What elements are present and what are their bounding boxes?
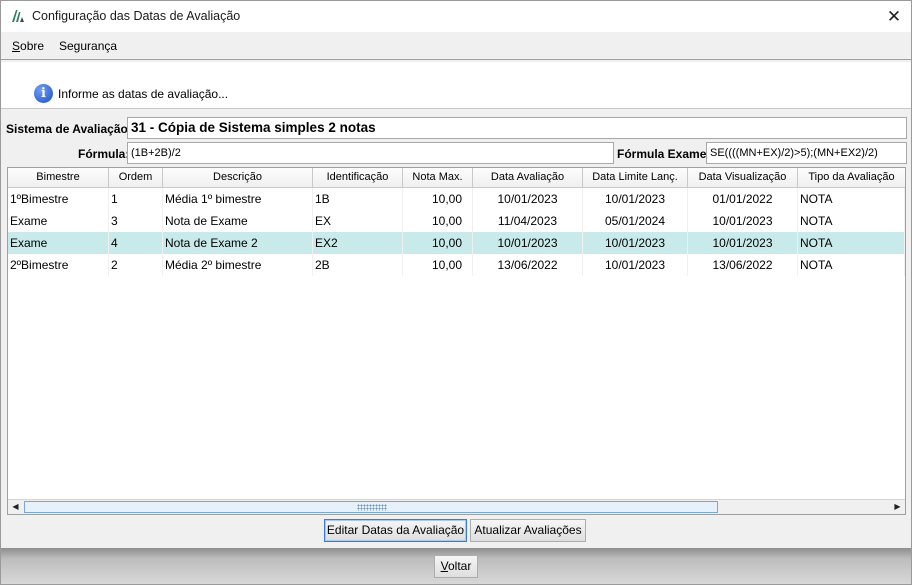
col-bimestre[interactable]: Bimestre xyxy=(8,168,109,188)
cell-data-limite: 10/01/2023 xyxy=(583,254,688,276)
table-row[interactable]: 1ºBimestre 1 Média 1º bimestre 1B 10,00 … xyxy=(8,188,905,210)
cell-nota-max: 10,00 xyxy=(403,188,473,210)
cell-data-avaliacao: 11/04/2023 xyxy=(473,210,583,232)
cell-data-limite: 10/01/2023 xyxy=(583,188,688,210)
cell-data-visualizacao: 10/01/2023 xyxy=(688,210,798,232)
grid-header: Bimestre Ordem Descrição Identificação N… xyxy=(8,168,905,188)
evaluations-grid: Bimestre Ordem Descrição Identificação N… xyxy=(7,167,906,515)
info-icon: i xyxy=(34,84,53,103)
dialog-window: Configuração das Datas de Avaliação ✕ So… xyxy=(0,0,912,585)
cell-descricao: Média 2º bimestre xyxy=(163,254,313,276)
col-identificacao[interactable]: Identificação xyxy=(313,168,403,188)
cell-tipo-avaliacao: NOTA xyxy=(798,254,905,276)
cell-data-visualizacao: 13/06/2022 xyxy=(688,254,798,276)
cell-identificacao: EX xyxy=(313,210,403,232)
menu-seguranca[interactable]: Segurança xyxy=(59,39,117,53)
title-bar: Configuração das Datas de Avaliação ✕ xyxy=(1,1,911,32)
scroll-right-icon[interactable]: ▶ xyxy=(890,500,905,514)
cell-nota-max: 10,00 xyxy=(403,210,473,232)
atualizar-avaliacoes-button[interactable]: Atualizar Avaliações xyxy=(470,519,586,542)
cell-descricao: Nota de Exame 2 xyxy=(163,232,313,254)
col-data-visualizacao[interactable]: Data Visualização xyxy=(688,168,798,188)
cell-identificacao: 2B xyxy=(313,254,403,276)
formula-exame-field[interactable]: SE((((MN+EX)/2)>5);(MN+EX2)/2) xyxy=(706,142,907,164)
col-data-avaliacao[interactable]: Data Avaliação xyxy=(473,168,583,188)
formula-label: Fórmula: xyxy=(78,147,130,161)
cell-ordem: 1 xyxy=(109,188,163,210)
scroll-left-icon[interactable]: ◀ xyxy=(8,500,23,514)
cell-descricao: Média 1º bimestre xyxy=(163,188,313,210)
cell-descricao: Nota de Exame xyxy=(163,210,313,232)
cell-nota-max: 10,00 xyxy=(403,232,473,254)
cell-tipo-avaliacao: NOTA xyxy=(798,210,905,232)
cell-bimestre: Exame xyxy=(8,210,109,232)
voltar-button[interactable]: Voltar xyxy=(434,555,478,578)
cell-data-limite: 10/01/2023 xyxy=(583,232,688,254)
cell-data-avaliacao: 10/01/2023 xyxy=(473,188,583,210)
table-row[interactable]: Exame 3 Nota de Exame EX 10,00 11/04/202… xyxy=(8,210,905,232)
cell-data-limite: 05/01/2024 xyxy=(583,210,688,232)
close-icon[interactable]: ✕ xyxy=(877,1,911,32)
col-nota-max[interactable]: Nota Max. xyxy=(403,168,473,188)
menu-bar: Sobre Segurança xyxy=(1,32,911,60)
cell-identificacao: EX2 xyxy=(313,232,403,254)
col-data-limite[interactable]: Data Limite Lanç. xyxy=(583,168,688,188)
cell-bimestre: 2ºBimestre xyxy=(8,254,109,276)
info-message: Informe as datas de avaliação... xyxy=(58,87,229,101)
sistema-field[interactable]: 31 - Cópia de Sistema simples 2 notas xyxy=(127,117,907,139)
sistema-label: Sistema de Avaliação: xyxy=(6,122,132,136)
cell-ordem: 4 xyxy=(109,232,163,254)
cell-data-avaliacao: 13/06/2022 xyxy=(473,254,583,276)
window-title: Configuração das Datas de Avaliação xyxy=(32,9,241,23)
grip-icon xyxy=(357,504,387,511)
cell-tipo-avaliacao: NOTA xyxy=(798,232,905,254)
app-logo-icon xyxy=(12,10,24,22)
cell-identificacao: 1B xyxy=(313,188,403,210)
cell-ordem: 3 xyxy=(109,210,163,232)
cell-ordem: 2 xyxy=(109,254,163,276)
scroll-thumb[interactable] xyxy=(24,501,718,513)
table-row-selected[interactable]: Exame 4 Nota de Exame 2 EX2 10,00 10/01/… xyxy=(8,232,905,254)
editar-datas-button[interactable]: Editar Datas da Avaliação xyxy=(324,519,467,542)
formula-exame-label: Fórmula Exame: xyxy=(617,147,711,161)
cell-nota-max: 10,00 xyxy=(403,254,473,276)
grid-body: 1ºBimestre 1 Média 1º bimestre 1B 10,00 … xyxy=(8,188,905,276)
cell-bimestre: 1ºBimestre xyxy=(8,188,109,210)
cell-bimestre: Exame xyxy=(8,232,109,254)
col-tipo-avaliacao[interactable]: Tipo da Avaliação xyxy=(798,168,905,188)
formula-field[interactable]: (1B+2B)/2 xyxy=(127,142,614,164)
table-row[interactable]: 2ºBimestre 2 Média 2º bimestre 2B 10,00 … xyxy=(8,254,905,276)
col-descricao[interactable]: Descrição xyxy=(163,168,313,188)
col-ordem[interactable]: Ordem xyxy=(109,168,163,188)
cell-data-visualizacao: 01/01/2022 xyxy=(688,188,798,210)
info-panel: i Informe as datas de avaliação... xyxy=(1,62,911,109)
cell-data-avaliacao: 10/01/2023 xyxy=(473,232,583,254)
cell-tipo-avaliacao: NOTA xyxy=(798,188,905,210)
menu-sobre[interactable]: Sobre xyxy=(12,39,44,53)
cell-data-visualizacao: 10/01/2023 xyxy=(688,232,798,254)
horizontal-scrollbar[interactable]: ◀ ▶ xyxy=(8,499,905,514)
